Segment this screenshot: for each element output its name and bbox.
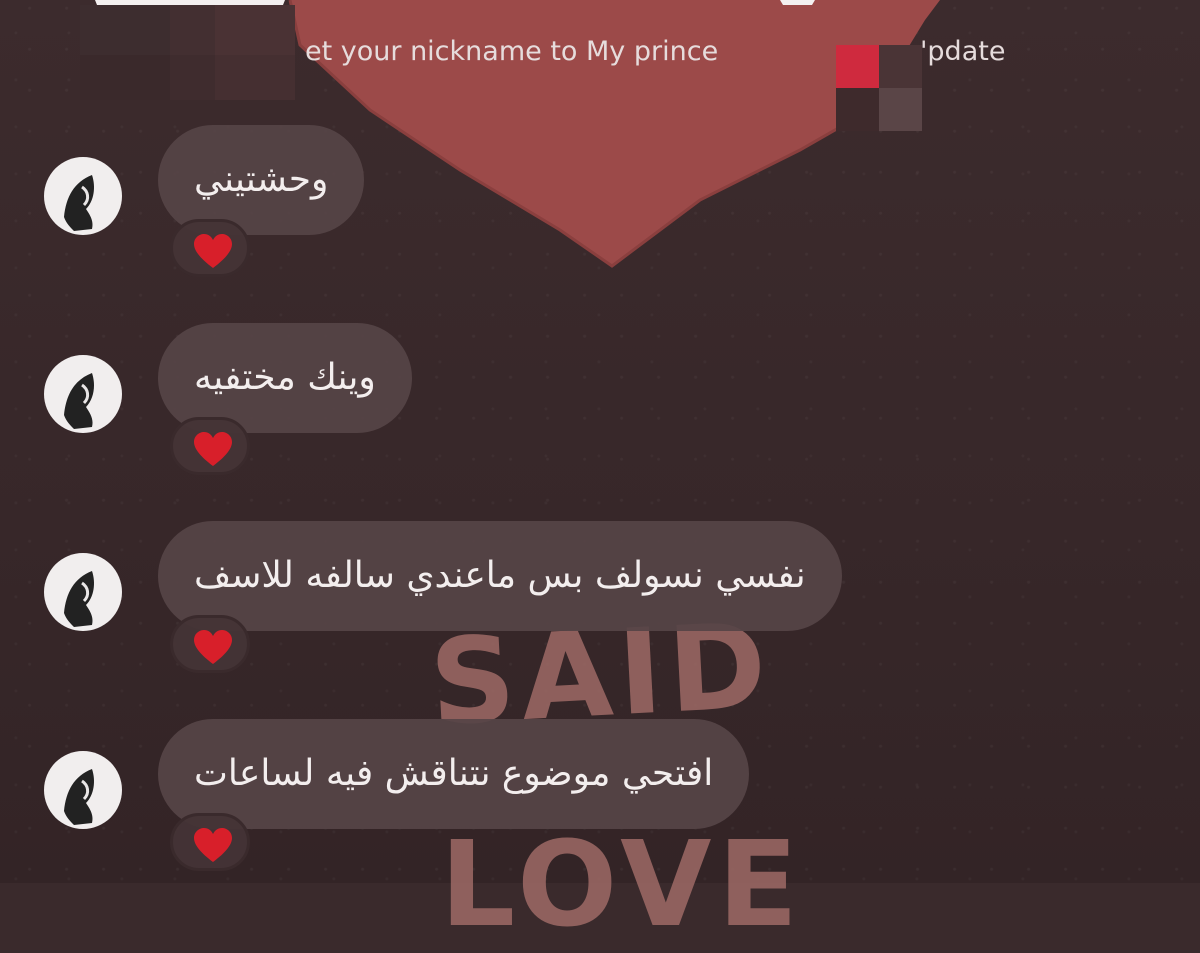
- message-bubble[interactable]: وحشتيني: [158, 125, 365, 235]
- heart-icon: [194, 234, 232, 268]
- update-text: 'pdate: [920, 36, 1006, 67]
- heart-icon: [194, 432, 232, 466]
- reaction-badge[interactable]: [170, 615, 250, 673]
- reaction-badge[interactable]: [170, 417, 250, 475]
- avatar[interactable]: [44, 751, 122, 829]
- avatar-image: [64, 571, 94, 627]
- message-bubble[interactable]: افتحي موضوع نتناقش فيه لساعات: [158, 719, 750, 829]
- avatar[interactable]: [44, 157, 122, 235]
- avatar-image: [64, 175, 94, 231]
- heart-icon: [194, 828, 232, 862]
- background-art-text-love: LOVE: [440, 815, 805, 953]
- avatar[interactable]: [44, 553, 122, 631]
- avatar[interactable]: [44, 355, 122, 433]
- redacted-name-mosaic: [80, 5, 295, 100]
- nickname-notification: et your nickname to My prince: [305, 36, 719, 67]
- avatar-image: [64, 373, 94, 429]
- message-bubble[interactable]: نفسي نسولف بس ماعندي سالفه للاسف: [158, 521, 842, 631]
- reaction-badge[interactable]: [170, 219, 250, 277]
- reaction-badge[interactable]: [170, 813, 250, 871]
- heart-icon: [194, 630, 232, 664]
- redacted-avatar-mosaic: [836, 45, 922, 131]
- avatar-image: [64, 769, 94, 825]
